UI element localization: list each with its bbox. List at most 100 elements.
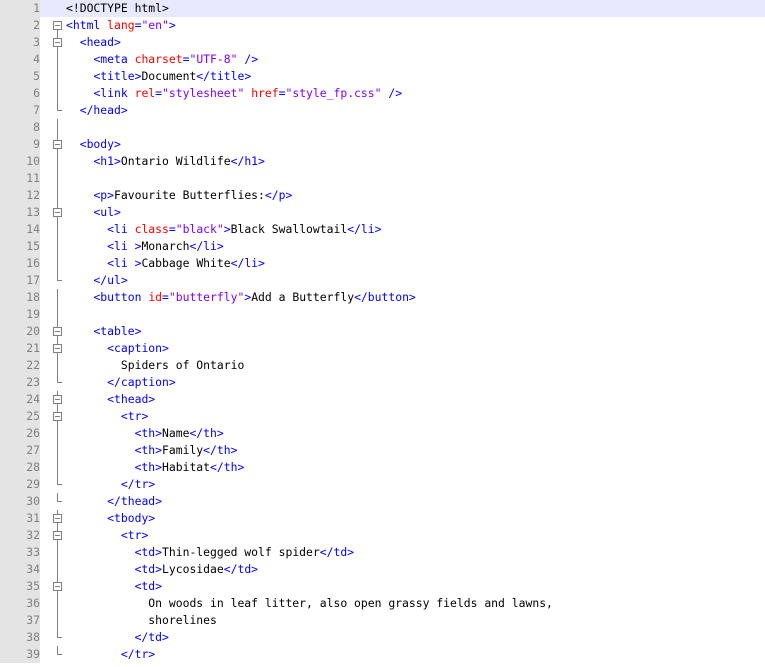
fold-guide-line — [50, 561, 64, 578]
line-number: 21 — [0, 340, 40, 357]
code-text[interactable]: <!DOCTYPE html> — [66, 0, 169, 17]
code-text[interactable]: <th>Name</th> — [66, 425, 224, 442]
code-text[interactable]: <h1>Ontario Wildlife</h1> — [66, 153, 264, 170]
code-text[interactable]: <li >Cabbage White</li> — [66, 255, 265, 272]
code-token: <th> — [134, 460, 163, 474]
fold-end-marker — [50, 629, 64, 646]
code-text[interactable]: <button id="butterfly">Add a Butterfly</… — [66, 289, 415, 306]
code-line[interactable]: 27 <th>Family</th> — [0, 442, 765, 459]
code-text[interactable]: <thead> — [66, 391, 155, 408]
code-text[interactable]: </head> — [66, 102, 128, 119]
code-text[interactable]: <ul> — [66, 204, 120, 221]
code-line[interactable]: 28 <th>Habitat</th> — [0, 459, 765, 476]
code-line[interactable]: 2 <html lang="en"> — [0, 17, 765, 34]
code-token: class — [134, 222, 169, 236]
code-line[interactable]: 36 On woods in leaf litter, also open gr… — [0, 595, 765, 612]
code-line[interactable]: 7 </head> — [0, 102, 765, 119]
code-text[interactable]: <td>Lycosidae</td> — [66, 561, 258, 578]
fold-collapse-icon[interactable] — [50, 204, 64, 221]
code-text[interactable]: <html lang="en"> — [66, 17, 176, 34]
code-token: <tbody> — [107, 511, 156, 525]
code-text[interactable]: <td> — [66, 578, 162, 595]
code-text[interactable]: <td>Thin-legged wolf spider</td> — [66, 544, 354, 561]
fold-collapse-icon[interactable] — [50, 17, 64, 34]
code-line[interactable]: 22 Spiders of Ontario — [0, 357, 765, 374]
code-line[interactable]: 16 <li >Cabbage White</li> — [0, 255, 765, 272]
code-text[interactable]: <p>Favourite Butterflies:</p> — [66, 187, 292, 204]
code-line[interactable]: 8 — [0, 119, 765, 136]
code-line[interactable]: 32 <tr> — [0, 527, 765, 544]
fold-collapse-icon[interactable] — [50, 136, 64, 153]
code-text[interactable]: <li class="black">Black Swallowtail</li> — [66, 221, 381, 238]
code-text[interactable]: <th>Family</th> — [66, 442, 238, 459]
code-line[interactable]: 5 <title>Document</title> — [0, 68, 765, 85]
code-line[interactable]: 11 — [0, 170, 765, 187]
code-line[interactable]: 29 </tr> — [0, 476, 765, 493]
code-line[interactable]: 34 <td>Lycosidae</td> — [0, 561, 765, 578]
code-line[interactable]: 26 <th>Name</th> — [0, 425, 765, 442]
code-text[interactable]: </tr> — [66, 476, 155, 493]
fold-collapse-icon[interactable] — [50, 408, 64, 425]
code-line[interactable]: 6 <link rel="stylesheet" href="style_fp.… — [0, 85, 765, 102]
code-line[interactable]: 25 <tr> — [0, 408, 765, 425]
code-text[interactable]: <th>Habitat</th> — [66, 459, 245, 476]
fold-collapse-icon[interactable] — [50, 34, 64, 51]
code-text[interactable]: </ul> — [66, 272, 127, 289]
code-line[interactable]: 23 </caption> — [0, 374, 765, 391]
fold-collapse-icon[interactable] — [50, 527, 64, 544]
code-token: <head> — [79, 35, 121, 49]
code-text[interactable]: <tr> — [66, 408, 148, 425]
code-token: <link — [93, 86, 135, 100]
code-line[interactable]: 35 <td> — [0, 578, 765, 595]
code-line[interactable]: 17 </ul> — [0, 272, 765, 289]
code-token: <li > — [107, 239, 142, 253]
code-text[interactable]: <title>Document</title> — [66, 68, 251, 85]
code-text[interactable]: On woods in leaf litter, also open grass… — [66, 595, 553, 612]
code-line[interactable]: 31 <tbody> — [0, 510, 765, 527]
code-text[interactable]: shorelines — [66, 612, 217, 629]
code-line[interactable]: 1 <!DOCTYPE html> — [0, 0, 765, 17]
code-line[interactable]: 9 <body> — [0, 136, 765, 153]
fold-collapse-icon[interactable] — [50, 391, 64, 408]
code-text[interactable]: <meta charset="UTF-8" /> — [66, 51, 258, 68]
code-line[interactable]: 4 <meta charset="UTF-8" /> — [0, 51, 765, 68]
code-line[interactable]: 24 <thead> — [0, 391, 765, 408]
code-line[interactable]: 20 <table> — [0, 323, 765, 340]
code-text[interactable]: </thead> — [66, 493, 162, 510]
code-text[interactable]: <head> — [66, 34, 121, 51]
code-text[interactable]: </td> — [66, 629, 169, 646]
code-text[interactable]: </tr> — [66, 646, 155, 663]
code-text[interactable]: <tr> — [66, 527, 148, 544]
code-line[interactable]: 3 <head> — [0, 34, 765, 51]
code-text[interactable]: Spiders of Ontario — [66, 357, 244, 374]
code-line[interactable]: 15 <li >Monarch</li> — [0, 238, 765, 255]
fold-collapse-icon[interactable] — [50, 578, 64, 595]
code-line[interactable]: 12 <p>Favourite Butterflies:</p> — [0, 187, 765, 204]
code-text[interactable]: </caption> — [66, 374, 176, 391]
code-line[interactable]: 13 <ul> — [0, 204, 765, 221]
code-text[interactable]: <caption> — [66, 340, 169, 357]
code-line[interactable]: 33 <td>Thin-legged wolf spider</td> — [0, 544, 765, 561]
code-line[interactable]: 21 <caption> — [0, 340, 765, 357]
code-text[interactable]: <li >Monarch</li> — [66, 238, 224, 255]
code-text[interactable]: <tbody> — [66, 510, 155, 527]
code-line[interactable]: 39 </tr> — [0, 646, 765, 663]
code-text[interactable]: <table> — [66, 323, 141, 340]
fold-collapse-icon[interactable] — [50, 323, 64, 340]
code-token: Document — [141, 69, 197, 83]
code-text[interactable]: <body> — [66, 136, 121, 153]
code-line[interactable]: 14 <li class="black">Black Swallowtail</… — [0, 221, 765, 238]
fold-collapse-icon[interactable] — [50, 510, 64, 527]
code-text[interactable]: <link rel="stylesheet" href="style_fp.cs… — [66, 85, 402, 102]
code-line[interactable]: 30 </thead> — [0, 493, 765, 510]
code-line[interactable]: 19 — [0, 306, 765, 323]
code-line[interactable]: 38 </td> — [0, 629, 765, 646]
code-editor[interactable]: 1 <!DOCTYPE html> 2 <html lang="en"> 3 <head… — [0, 0, 765, 667]
code-line[interactable]: 10 <h1>Ontario Wildlife</h1> — [0, 153, 765, 170]
fold-guide-line — [50, 68, 64, 85]
code-line[interactable]: 37 shorelines — [0, 612, 765, 629]
fold-end-marker — [50, 272, 64, 289]
line-number: 26 — [0, 425, 40, 442]
code-line[interactable]: 18 <button id="butterfly">Add a Butterfl… — [0, 289, 765, 306]
fold-collapse-icon[interactable] — [50, 340, 64, 357]
